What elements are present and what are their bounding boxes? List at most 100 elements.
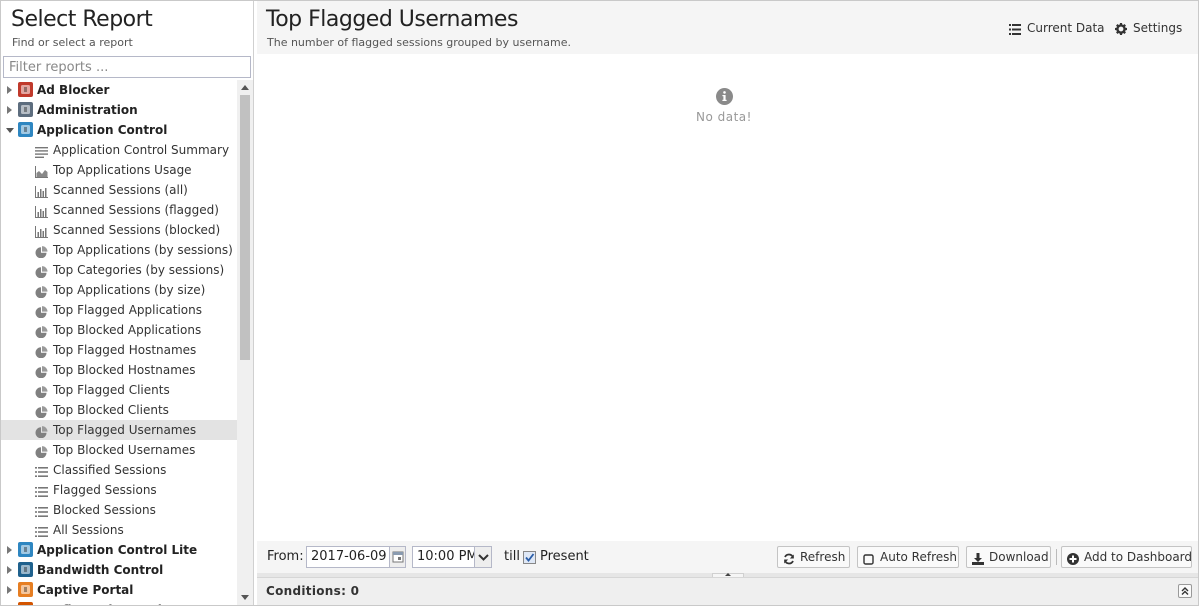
tree-category[interactable]: Application Control (1, 120, 237, 140)
tree-item-label: Top Blocked Usernames (53, 443, 196, 457)
expand-up-icon[interactable] (1178, 584, 1192, 598)
tree-category[interactable]: Configuration Backup (1, 600, 237, 605)
report-tree: Ad Blocker Administration Application Cont… (1, 80, 253, 605)
tree-item-label: Top Categories (by sessions) (53, 263, 225, 277)
tree-category[interactable]: Ad Blocker (1, 80, 237, 100)
scroll-thumb[interactable] (240, 95, 250, 360)
start-date-value: 2017-06-09 (311, 549, 387, 564)
list-icon (35, 504, 48, 517)
tree-item-label: Flagged Sessions (53, 483, 157, 497)
tree-item-label: Application Control (37, 123, 168, 137)
chevron-down-icon[interactable] (474, 547, 491, 567)
tree-item-label: Top Applications (by size) (53, 283, 206, 297)
tree-item-label: Blocked Sessions (53, 503, 156, 517)
start-date-field[interactable]: 2017-06-09 (306, 546, 406, 568)
tree-item-label: Captive Portal (37, 583, 134, 597)
collapsed-arrow-icon[interactable] (7, 586, 12, 594)
tree-report-item[interactable]: All Sessions (1, 520, 237, 540)
add-to-dashboard-label: Add to Dashboard (1084, 550, 1193, 564)
tree-category[interactable]: Application Control Lite (1, 540, 237, 560)
application-control-icon (18, 122, 33, 137)
till-label: till (504, 549, 520, 564)
tree-item-label: Top Blocked Applications (53, 323, 202, 337)
tree-report-item[interactable]: Scanned Sessions (all) (1, 180, 237, 200)
captive-portal-icon (18, 582, 33, 597)
tree-report-item[interactable]: Top Flagged Usernames (1, 420, 237, 440)
collapsed-arrow-icon[interactable] (7, 546, 12, 554)
filter-reports-input[interactable] (3, 56, 251, 78)
tree-item-label: Application Control Lite (37, 543, 198, 557)
pie-chart-icon (35, 384, 48, 399)
tree-report-item[interactable]: Top Applications (by size) (1, 280, 237, 300)
list-icon (1009, 22, 1021, 40)
tree-report-item[interactable]: Classified Sessions (1, 460, 237, 480)
collapsed-arrow-icon[interactable] (7, 566, 12, 574)
tree-item-label: Scanned Sessions (all) (53, 183, 188, 197)
collapsed-arrow-icon[interactable] (7, 106, 12, 114)
bandwidth-control-icon (18, 562, 33, 577)
tree-report-item[interactable]: Top Flagged Hostnames (1, 340, 237, 360)
scroll-up-arrow-icon[interactable] (241, 85, 249, 90)
tree-report-item[interactable]: Scanned Sessions (flagged) (1, 200, 237, 220)
collapsed-arrow-icon[interactable] (7, 86, 12, 94)
download-button[interactable]: Download (966, 546, 1051, 568)
tree-report-item[interactable]: Top Blocked Applications (1, 320, 237, 340)
tree-report-item[interactable]: Application Control Summary (1, 140, 237, 160)
info-icon (715, 88, 733, 108)
settings-label: Settings (1133, 21, 1183, 35)
report-view-panel: Top Flagged Usernames The number of flag… (257, 1, 1198, 605)
list-icon (35, 484, 48, 497)
start-time-field[interactable]: 10:00 PM (412, 546, 492, 568)
tree-report-item[interactable]: Top Blocked Hostnames (1, 360, 237, 380)
tree-report-item[interactable]: Top Flagged Applications (1, 300, 237, 320)
tree-item-label: Administration (37, 103, 138, 117)
tree-item-label: Scanned Sessions (flagged) (53, 203, 219, 217)
current-data-button[interactable]: Current Data (1009, 19, 1105, 40)
tree-report-item[interactable]: Blocked Sessions (1, 500, 237, 520)
tree-report-item[interactable]: Top Flagged Clients (1, 380, 237, 400)
settings-button[interactable]: Settings (1115, 19, 1185, 37)
conditions-bar[interactable]: Conditions: 0 (257, 577, 1198, 605)
tree-scrollbar[interactable] (237, 80, 253, 605)
tree-report-item[interactable]: Top Applications Usage (1, 160, 237, 180)
tree-report-item[interactable]: Top Applications (by sessions) (1, 240, 237, 260)
pie-chart-icon (35, 364, 48, 379)
ad-blocker-icon (18, 82, 33, 97)
bar-chart-icon (35, 184, 48, 198)
report-content: No data! (257, 54, 1198, 541)
auto-refresh-button[interactable]: Auto Refresh (857, 546, 959, 568)
report-toolbar: From: 2017-06-09 10:00 PM till Present R… (257, 541, 1198, 573)
calendar-icon[interactable] (389, 547, 405, 567)
tree-item-label: Application Control Summary (53, 143, 230, 157)
text-report-icon (35, 144, 48, 158)
tree-item-label: Bandwidth Control (37, 563, 164, 577)
present-checkbox[interactable] (523, 551, 536, 564)
scroll-down-arrow-icon[interactable] (241, 595, 249, 600)
tree-category[interactable]: Bandwidth Control (1, 560, 237, 580)
tree-category[interactable]: Captive Portal (1, 580, 237, 600)
tree-report-item[interactable]: Flagged Sessions (1, 480, 237, 500)
application-control-lite-icon (18, 542, 33, 557)
tree-report-item[interactable]: Top Categories (by sessions) (1, 260, 237, 280)
tree-item-label: Top Flagged Clients (53, 383, 170, 397)
refresh-icon (783, 551, 795, 571)
no-data-text: No data! (696, 110, 752, 124)
tree-item-label: Top Blocked Hostnames (53, 363, 196, 377)
tree-item-label: Top Applications (by sessions) (53, 243, 233, 257)
report-selector-panel: Select Report Find or select a report Ad… (1, 1, 254, 605)
expanded-arrow-icon[interactable] (6, 128, 14, 133)
from-label: From: (267, 549, 304, 564)
tree-report-item[interactable]: Scanned Sessions (blocked) (1, 220, 237, 240)
administration-icon (18, 102, 33, 117)
pie-chart-icon (35, 304, 48, 319)
pie-chart-icon (35, 244, 48, 259)
refresh-button[interactable]: Refresh (777, 546, 850, 568)
tree-report-item[interactable]: Top Blocked Clients (1, 400, 237, 420)
collapse-up-icon (725, 573, 731, 576)
start-time-value: 10:00 PM (417, 549, 478, 564)
tree-item-label: Top Flagged Usernames (53, 423, 197, 437)
panel-subtitle: Find or select a report (12, 36, 133, 49)
add-to-dashboard-button[interactable]: Add to Dashboard (1061, 546, 1192, 568)
tree-report-item[interactable]: Top Blocked Usernames (1, 440, 237, 460)
tree-category[interactable]: Administration (1, 100, 237, 120)
